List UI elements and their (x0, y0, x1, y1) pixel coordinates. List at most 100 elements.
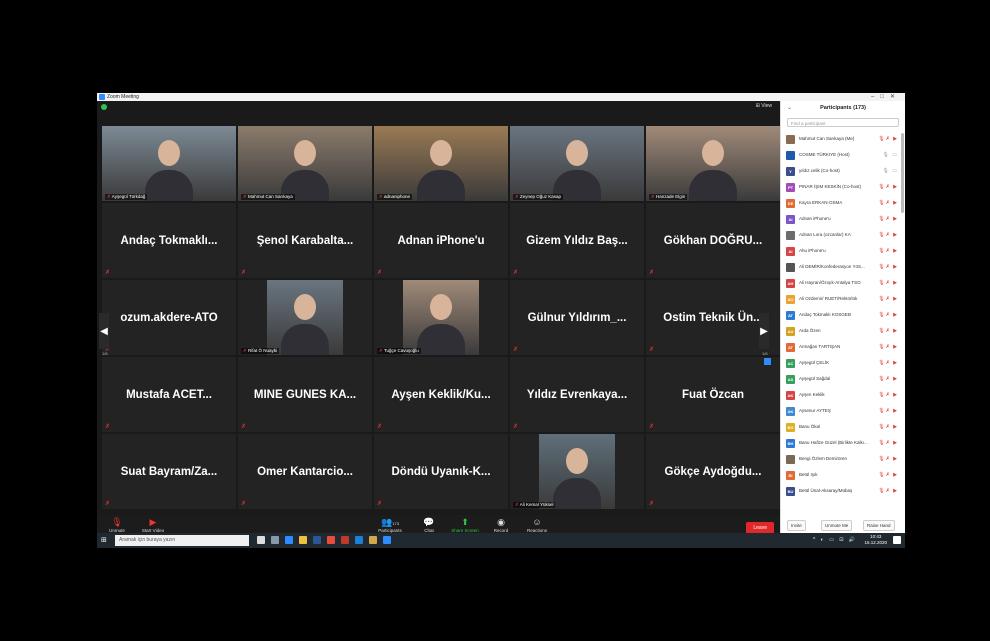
unmute-button[interactable]: 🎙 Unmute (99, 517, 135, 533)
cortana-icon[interactable] (257, 536, 265, 544)
view-button[interactable]: ⊞ View (756, 103, 772, 109)
participant-row[interactable]: Ali DEMİR/Konfederasyon YöS... 🎙✗ ▶ (781, 259, 901, 275)
muted-microphone-icon: ✗ (105, 501, 111, 507)
participant-name: Gökhan DOĞRU... (663, 234, 763, 247)
internet-explorer-icon[interactable] (355, 536, 363, 544)
participant-row[interactable]: AS Ayşegül Sağdal 🎙✗ ▶ (781, 371, 901, 387)
participants-button[interactable]: 👥173 Participants (369, 517, 411, 533)
window-controls[interactable]: –□✕ (871, 93, 901, 101)
participant-row[interactable]: PT PINAR İŞIM KESKİN (Co-host) 🎙✗ ▶ (781, 179, 901, 195)
name-tile[interactable]: Ayşen Keklik/Ku... ✗ (374, 357, 508, 432)
muted-microphone-icon: ✗ (377, 270, 383, 276)
video-tile[interactable]: Tuğçe Cavuşoğlu (374, 280, 508, 355)
participant-row[interactable]: Bengi Özlem Demirören 🎙✗ ▶ (781, 451, 901, 467)
participant-name: Gökçe Aydoğdu... (664, 465, 762, 478)
share-screen-button[interactable]: ⬆ Share Screen (447, 517, 483, 533)
participant-row[interactable]: BU Betül Ünal-Aksaray/Mübaş 🎙✗ ▶ (781, 483, 901, 499)
participant-row[interactable]: AT Armağan TARTIŞAN 🎙✗ ▶ (781, 339, 901, 355)
muted-microphone-icon: ✗ (105, 424, 111, 430)
muted-mic-and-video-icon: 🎙✗ ▶ (878, 136, 898, 142)
participant-search-input[interactable]: Find a participant (787, 118, 899, 127)
avatar: AS (786, 375, 795, 384)
system-tray-icons[interactable]: ^ ◐ ▭ ⊡ 🔊 (813, 537, 857, 543)
muted-mic-and-video-icon: 🎙✗ ▶ (878, 360, 898, 366)
edge-browser-icon[interactable] (285, 536, 293, 544)
name-tile[interactable]: Gökhan DOĞRU... ✗ (646, 203, 780, 278)
word-icon[interactable] (313, 536, 321, 544)
acrobat-icon[interactable] (341, 536, 349, 544)
name-tile[interactable]: Andaç Tokmaklı... ✗ (102, 203, 236, 278)
participant-row[interactable]: AI Ahu iPhone'u 🎙✗ ▶ (781, 243, 901, 259)
muted-mic-and-video-icon: 🎙✗ ▶ (878, 312, 898, 318)
video-tile[interactable]: Ali Kemal Yüksel (510, 434, 644, 509)
name-tile[interactable]: Şenol Karabalta... ✗ (238, 203, 372, 278)
name-tile[interactable]: Gökçe Aydoğdu... ✗ (646, 434, 780, 509)
participant-row-name: COSME TÜRKIYE (Host) (799, 152, 850, 157)
desktop-screen: Zoom Meeting –□✕ ⊞ View Ayşegül Türkdağ M… (97, 93, 905, 548)
video-tile[interactable]: Hanzade Elgin (646, 126, 780, 201)
participant-row[interactable]: Adnan Lora (ozcanlar) KA 🎙✗ ▶ (781, 227, 901, 243)
start-video-button[interactable]: ▶ Start Video (135, 517, 171, 533)
name-tile[interactable]: Fuat Özcan ✗ (646, 357, 780, 432)
participant-row[interactable]: AT Andaç Tokmaklı KOSGEB 🎙✗ ▶ (781, 307, 901, 323)
muted-mic-and-video-icon: 🎙✗ ▶ (878, 296, 898, 302)
name-tile[interactable]: Mustafa ACET... ✗ (102, 357, 236, 432)
notification-center-icon[interactable] (893, 536, 901, 544)
participant-row[interactable]: AK Aysenur AYTEŞ 🎙✗ ▶ (781, 403, 901, 419)
taskbar-search-input[interactable]: Aramak için buraya yazın (115, 535, 249, 546)
participant-row[interactable]: AI Adnan iPhone'u 🎙✗ ▶ (781, 211, 901, 227)
file-explorer-icon[interactable] (299, 536, 307, 544)
prev-page-arrow-icon[interactable]: ◀ (99, 313, 109, 349)
participant-name-label: Rifat Ö Nuaybi (241, 348, 280, 354)
raise-hand-button[interactable]: Raise Hand (863, 520, 895, 531)
muted-mic-and-video-icon: 🎙✗ ▶ (878, 200, 898, 206)
name-tile[interactable]: Suat Bayram/Za... ✗ (102, 434, 236, 509)
video-tile[interactable]: Mahmut Can Sarıkaya (238, 126, 372, 201)
participant-row[interactable]: COSME TÜRKIYE (Host) 🎙 ▭ (781, 147, 901, 163)
video-tile[interactable]: adnaniphone (374, 126, 508, 201)
muted-mic-and-video-icon: 🎙✗ ▶ (878, 344, 898, 350)
windows-start-icon[interactable]: ⊞ (101, 537, 108, 544)
participant-name: Mustafa ACET... (126, 388, 212, 401)
chat-button[interactable]: 💬 Chat (411, 517, 447, 533)
participant-row[interactable]: AK Ayşen Keklik 🎙✗ ▶ (781, 387, 901, 403)
participant-row[interactable]: BO Banu Ökal 🎙✗ ▶ (781, 419, 901, 435)
participants-scrollbar[interactable] (901, 133, 904, 213)
share-screen-icon: ⬆ (461, 517, 469, 527)
name-tile[interactable]: Döndü Uyanık-K... ✗ (374, 434, 508, 509)
participant-row[interactable]: KE Kayra ERKAN-OSMA 🎙✗ ▶ (781, 195, 901, 211)
name-tile[interactable]: Omer Kantarcio... ✗ (238, 434, 372, 509)
video-tile[interactable]: Zeynep Oğuz Kasap (510, 126, 644, 201)
participant-row[interactable]: Yyıldız.celik (Co-host) 🎙 ▭ (781, 163, 901, 179)
participant-row[interactable]: AU Arda Özen 🎙✗ ▶ (781, 323, 901, 339)
participant-row[interactable]: BH Banu Hafize Güzel (Birlikte Kalkı... 🎙✗… (781, 435, 901, 451)
unmute-me-button[interactable]: Unmute Me (821, 520, 853, 531)
store-icon[interactable] (369, 536, 377, 544)
participant-name: Döndü Uyanık-K... (391, 465, 491, 478)
person-silhouette (294, 293, 316, 320)
next-page-arrow-icon[interactable]: ▶ (759, 313, 769, 349)
taskbar-clock[interactable]: 10:43 15.12.2020 (864, 534, 887, 546)
muted-microphone-icon: ✗ (513, 270, 519, 276)
name-tile[interactable]: Adnan iPhone'u ✗ (374, 203, 508, 278)
task-view-icon[interactable] (271, 536, 279, 544)
encryption-shield-icon[interactable] (101, 104, 107, 110)
name-tile[interactable]: ozum.akdere-ATO ✗ (102, 280, 236, 355)
name-tile[interactable]: MINE GUNES KA... ✗ (238, 357, 372, 432)
participant-row[interactable]: Mahmut Can Sarıkaya (Me) 🎙✗ ▶ (781, 131, 901, 147)
name-tile[interactable]: Yıldız Evrenkaya... ✗ (510, 357, 644, 432)
reactions-button[interactable]: ☺ Reactions (519, 517, 555, 533)
participant-row[interactable]: AH Ali Hayran/Özışık-Antalya TSO 🎙✗ ▶ (781, 275, 901, 291)
name-tile[interactable]: Gülnur Yıldırım_... ✗ (510, 280, 644, 355)
zoom-taskbar-icon[interactable] (383, 536, 391, 544)
invite-button[interactable]: Invite (787, 520, 806, 531)
participant-row[interactable]: BI Betül Işık 🎙✗ ▶ (781, 467, 901, 483)
name-tile[interactable]: Gizem Yıldız Baş... ✗ (510, 203, 644, 278)
participant-row[interactable]: AO Ali Ozdemir/ RUET/Rektörlük 🎙✗ ▶ (781, 291, 901, 307)
video-tile[interactable]: Ayşegül Türkdağ (102, 126, 236, 201)
muted-mic-and-video-icon: 🎙✗ ▶ (878, 280, 898, 286)
video-tile[interactable]: Rifat Ö Nuaybi (238, 280, 372, 355)
record-button[interactable]: ◉ Record (483, 517, 519, 533)
chrome-icon[interactable] (327, 536, 335, 544)
participant-row[interactable]: AC Ayşegül ÇELİK 🎙✗ ▶ (781, 355, 901, 371)
